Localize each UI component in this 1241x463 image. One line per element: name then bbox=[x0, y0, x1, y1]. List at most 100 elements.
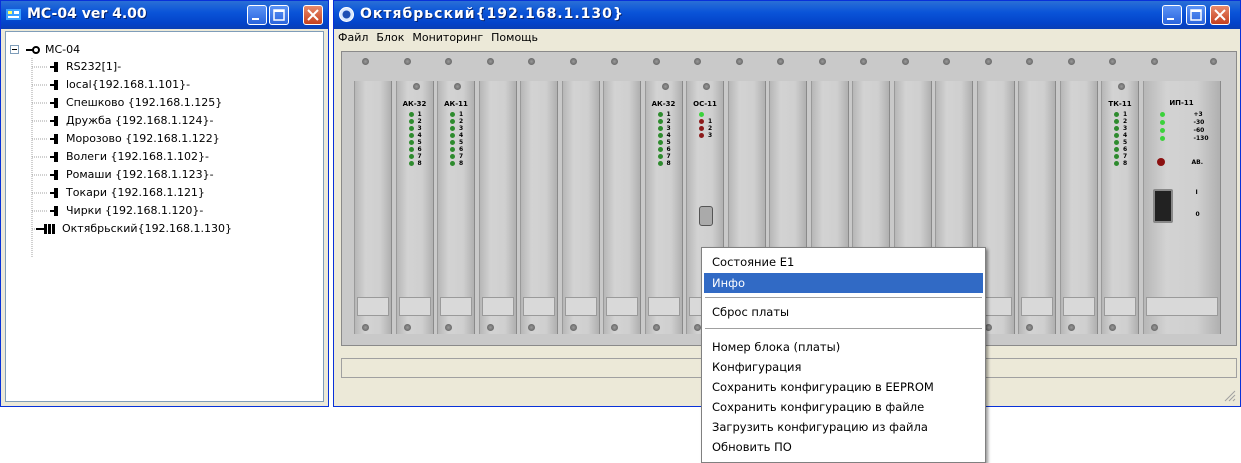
status-led bbox=[408, 154, 414, 159]
slot-handle[interactable] bbox=[606, 297, 638, 316]
slot-handle[interactable] bbox=[1104, 297, 1136, 316]
led-number: 3 bbox=[1123, 125, 1128, 132]
rack-slot[interactable]: АК-11 1 2 3 4 5 6 7 8 bbox=[437, 58, 475, 334]
status-led bbox=[1114, 133, 1119, 138]
tree-item[interactable]: Токари {192.168.1.121} bbox=[50, 184, 205, 201]
slot-handle[interactable] bbox=[564, 297, 597, 316]
device-tree[interactable]: MC-04 RS232[1]- local{192.168.1.101}- Спеш… bbox=[5, 31, 324, 402]
root-connector-icon bbox=[25, 46, 40, 54]
tree-item[interactable]: Дружба {192.168.1.124}- bbox=[50, 112, 213, 129]
tree-item[interactable]: local{192.168.1.101}- bbox=[50, 76, 190, 93]
tree-root[interactable]: MC-04 bbox=[10, 41, 80, 58]
slot-handle[interactable] bbox=[440, 297, 472, 316]
tree-window-titlebar[interactable]: MC-04 ver 4.00 bbox=[1, 1, 328, 29]
slot-handle[interactable] bbox=[1062, 297, 1095, 316]
led-number: 1 bbox=[417, 111, 422, 118]
slot-handle[interactable] bbox=[1145, 297, 1218, 316]
tree-item[interactable]: Спешково {192.168.1.125} bbox=[50, 94, 222, 111]
tree-item[interactable]: Октябрьский{192.168.1.130} bbox=[36, 220, 232, 237]
screw-icon bbox=[611, 324, 618, 331]
rack-slot[interactable] bbox=[1059, 58, 1098, 334]
rack-slot[interactable] bbox=[354, 58, 392, 334]
rack-slot[interactable]: АК-32 1 2 3 4 5 6 7 8 bbox=[644, 58, 683, 334]
menu-item-block-number[interactable]: Номер блока (платы) bbox=[704, 337, 983, 357]
tree-item[interactable]: Чирки {192.168.1.120}- bbox=[50, 202, 203, 219]
status-led bbox=[408, 126, 414, 131]
rack-slot[interactable] bbox=[603, 58, 641, 334]
menu-item-save-eeprom[interactable]: Сохранить конфигурацию в EEPROM bbox=[704, 377, 983, 397]
main-close-button[interactable] bbox=[1210, 5, 1230, 25]
tree-item[interactable]: Ромаши {192.168.1.123}- bbox=[50, 166, 214, 183]
menu-item-load-file[interactable]: Загрузить конфигурацию из файла bbox=[704, 417, 983, 437]
screw-icon bbox=[818, 58, 826, 65]
rack-slot[interactable] bbox=[478, 58, 517, 334]
menu-item-e1-status[interactable]: Состояние E1 bbox=[704, 252, 983, 272]
power-label: +3 bbox=[1193, 111, 1203, 118]
tree-item[interactable]: Волеги {192.168.1.102}- bbox=[50, 148, 209, 165]
slot-handle[interactable] bbox=[481, 297, 514, 316]
screw-icon bbox=[984, 58, 992, 65]
collapse-icon[interactable] bbox=[10, 45, 20, 55]
tree-item-label: local{192.168.1.101}- bbox=[66, 78, 191, 91]
resize-grip-icon[interactable] bbox=[1224, 390, 1236, 402]
rack-slot[interactable] bbox=[1018, 58, 1056, 334]
status-led bbox=[450, 112, 455, 117]
power-switch[interactable] bbox=[1152, 189, 1173, 223]
menu-item-update-firmware[interactable]: Обновить ПО bbox=[704, 437, 983, 457]
slot-handle[interactable] bbox=[647, 297, 680, 316]
screw-icon bbox=[1109, 324, 1116, 331]
card-name: ОС-11 bbox=[693, 100, 717, 108]
status-led bbox=[657, 140, 663, 145]
menu-item-info[interactable]: Инфо bbox=[704, 273, 983, 293]
rack-connector-icon bbox=[36, 224, 55, 234]
status-led bbox=[408, 119, 414, 124]
led-number: 6 bbox=[1123, 146, 1128, 153]
menu-item-reset-board[interactable]: Сброс платы bbox=[704, 302, 983, 322]
status-led bbox=[450, 161, 455, 166]
tree-item[interactable]: RS232[1]- bbox=[50, 58, 121, 75]
eject-lever[interactable] bbox=[699, 206, 713, 226]
led-number: 5 bbox=[666, 139, 671, 146]
screw-icon bbox=[528, 58, 535, 65]
slot-handle[interactable] bbox=[357, 297, 389, 316]
menu-file[interactable]: Файл bbox=[334, 29, 372, 44]
rack-slot[interactable] bbox=[520, 58, 558, 334]
led-number: 4 bbox=[417, 132, 422, 139]
status-led bbox=[408, 133, 414, 138]
menu-monitoring[interactable]: Мониторинг bbox=[408, 29, 487, 44]
status-led bbox=[657, 126, 663, 131]
led-number: 8 bbox=[666, 160, 671, 167]
power-label: -60 bbox=[1193, 127, 1205, 134]
led-number: 2 bbox=[459, 118, 464, 125]
main-minimize-button[interactable] bbox=[1162, 5, 1182, 25]
rack-slot[interactable]: ТК-11 1 2 3 4 5 6 7 8 bbox=[1101, 58, 1139, 334]
led-number: 1 bbox=[1123, 111, 1128, 118]
minimize-icon bbox=[1167, 18, 1174, 20]
tree-item[interactable]: Морозово {192.168.1.122} bbox=[50, 130, 220, 147]
alarm-label: АВ. bbox=[1191, 159, 1204, 166]
slot-handle[interactable] bbox=[398, 297, 431, 316]
status-led bbox=[450, 140, 455, 145]
led-number: 3 bbox=[666, 125, 671, 132]
maximize-button[interactable] bbox=[269, 5, 289, 25]
main-window-title: Октябрьский{192.168.1.130} bbox=[360, 6, 624, 22]
minimize-button[interactable] bbox=[247, 5, 267, 25]
led-number: 2 bbox=[666, 118, 671, 125]
main-maximize-button[interactable] bbox=[1186, 5, 1206, 25]
rack-slot[interactable]: АК-32 1 2 3 4 5 6 7 8 bbox=[395, 58, 434, 334]
menu-block[interactable]: Блок bbox=[372, 29, 408, 44]
rack-slot[interactable] bbox=[561, 58, 600, 334]
menu-help[interactable]: Помощь bbox=[487, 29, 542, 44]
maximize-icon bbox=[273, 9, 285, 21]
connector-icon bbox=[50, 152, 58, 162]
status-led bbox=[657, 119, 663, 124]
slot-handle[interactable] bbox=[523, 297, 555, 316]
main-window-titlebar[interactable]: Октябрьский{192.168.1.130} bbox=[334, 1, 1240, 29]
power-label: -130 bbox=[1193, 135, 1209, 142]
menu-item-configuration[interactable]: Конфигурация bbox=[704, 357, 983, 377]
screw-icon bbox=[403, 58, 411, 65]
close-button[interactable] bbox=[303, 5, 323, 25]
rack-slot[interactable]: ИП-11 +3 -30 -60 -130 АВ. I 0 bbox=[1142, 58, 1221, 334]
slot-handle[interactable] bbox=[1021, 297, 1053, 316]
menu-item-save-file[interactable]: Сохранить конфигурацию в файле bbox=[704, 397, 983, 417]
